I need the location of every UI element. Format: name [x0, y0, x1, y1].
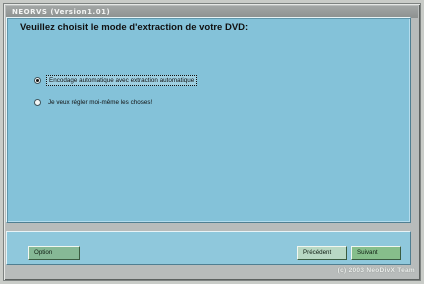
radio-button-selected[interactable]	[34, 76, 41, 84]
copyright-credit: (c) 2003 NeoDivX Team	[337, 267, 415, 274]
page-heading: Veuillez choisit le mode d'extraction de…	[20, 22, 249, 33]
radio-option-auto-label[interactable]: Encodage automatique avec extraction aut…	[46, 74, 198, 86]
option-button[interactable]: Option	[28, 246, 80, 260]
radio-option-auto[interactable]: Encodage automatique avec extraction aut…	[34, 74, 198, 86]
next-button[interactable]: Suivant	[351, 246, 401, 260]
radio-button-unselected[interactable]	[34, 98, 41, 106]
radio-dot	[36, 78, 39, 82]
radio-option-manual-label[interactable]: Je veux régler moi-même les choses!	[46, 98, 154, 107]
radio-option-manual[interactable]: Je veux régler moi-même les choses!	[34, 96, 154, 108]
content-panel	[6, 17, 411, 223]
previous-button[interactable]: Précédent	[297, 246, 347, 260]
